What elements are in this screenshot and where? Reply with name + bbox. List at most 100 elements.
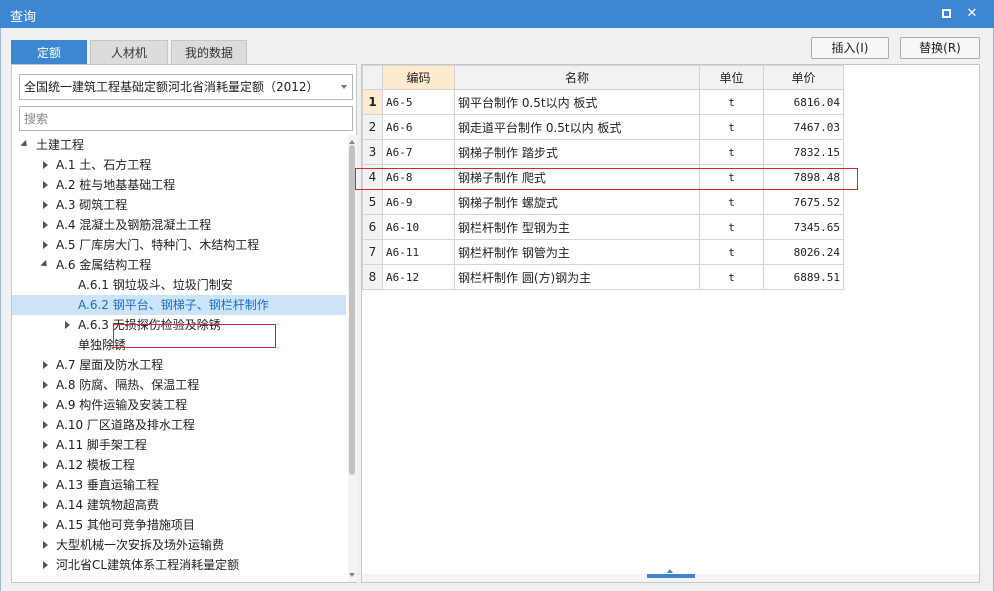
expand-triangle-right-icon[interactable] bbox=[40, 535, 52, 555]
triangle-icon bbox=[43, 201, 48, 209]
cell-code: A6-11 bbox=[382, 239, 455, 265]
tree-item[interactable]: A.14 建筑物超高费 bbox=[12, 495, 346, 515]
tree-item[interactable]: A.6.2 钢平台、钢梯子、钢栏杆制作 bbox=[12, 295, 346, 315]
tab-labor-material-machine[interactable]: 人材机 bbox=[90, 40, 168, 64]
tree-item-label: A.5 厂库房大门、特种门、木结构工程 bbox=[56, 238, 260, 252]
tree-item-label: A.10 厂区道路及排水工程 bbox=[56, 418, 195, 432]
tree-item[interactable]: 河北省CL建筑体系工程消耗量定额 bbox=[12, 555, 346, 575]
insert-button[interactable]: 插入(I) bbox=[811, 37, 889, 59]
tree-item-label: A.6.3 无损探伤检验及除锈 bbox=[78, 318, 221, 332]
cell-code: A6-6 bbox=[382, 114, 455, 140]
scrollbar-thumb[interactable] bbox=[349, 145, 355, 475]
tree-item[interactable]: A.6 金属结构工程 bbox=[12, 255, 346, 275]
close-icon: ✕ bbox=[966, 6, 978, 21]
expand-triangle-down-icon[interactable] bbox=[20, 135, 32, 155]
quota-tree-panel: 全国统一建筑工程基础定额河北省消耗量定额（2012） 土建工程 A.1 土、石方工… bbox=[11, 64, 357, 583]
tree-item[interactable]: A.11 脚手架工程 bbox=[12, 435, 346, 455]
expand-triangle-down-icon[interactable] bbox=[40, 255, 52, 275]
tab-quota[interactable]: 定额 bbox=[11, 40, 87, 64]
tree-item[interactable]: 大型机械一次安拆及场外运输费 bbox=[12, 535, 346, 555]
triangle-icon bbox=[20, 139, 30, 150]
maximize-icon bbox=[941, 9, 951, 18]
tree-item[interactable]: A.13 垂直运输工程 bbox=[12, 475, 346, 495]
library-select-value: 全国统一建筑工程基础定额河北省消耗量定额（2012） bbox=[24, 80, 319, 94]
tree-scrollbar[interactable] bbox=[348, 135, 357, 582]
header-unit[interactable]: 单位 bbox=[699, 65, 764, 90]
header-name[interactable]: 名称 bbox=[454, 65, 700, 90]
expand-triangle-right-icon[interactable] bbox=[40, 555, 52, 575]
tree-item[interactable]: A.6.3 无损探伤检验及除锈 bbox=[12, 315, 346, 335]
library-select[interactable]: 全国统一建筑工程基础定额河北省消耗量定额（2012） bbox=[19, 74, 353, 100]
tree-item-label: 大型机械一次安拆及场外运输费 bbox=[56, 538, 225, 552]
header-code[interactable]: 编码 bbox=[382, 65, 455, 90]
tree-item[interactable]: A.7 屋面及防水工程 bbox=[12, 355, 346, 375]
tree-item[interactable]: A.4 混凝土及钢筋混凝土工程 bbox=[12, 215, 346, 235]
expand-triangle-right-icon[interactable] bbox=[40, 175, 52, 195]
tree-item[interactable]: A.8 防腐、隔热、保温工程 bbox=[12, 375, 346, 395]
close-button[interactable]: ✕ bbox=[962, 4, 982, 24]
row-index: 1 bbox=[362, 89, 383, 115]
tree-item[interactable]: 单独除锈 bbox=[12, 335, 346, 355]
tree-item-label: A.6.1 钢垃圾斗、垃圾门制安 bbox=[78, 278, 233, 292]
tab-my-data[interactable]: 我的数据 bbox=[171, 40, 247, 64]
expand-triangle-right-icon[interactable] bbox=[40, 195, 52, 215]
tree-item[interactable]: 土建工程 bbox=[12, 135, 346, 155]
expand-triangle-right-icon[interactable] bbox=[40, 515, 52, 535]
cell-unit: t bbox=[699, 214, 764, 240]
triangle-icon bbox=[43, 541, 48, 549]
cell-code: A6-7 bbox=[382, 139, 455, 165]
maximize-button[interactable] bbox=[936, 4, 956, 24]
tree-item[interactable]: A.5 厂库房大门、特种门、木结构工程 bbox=[12, 235, 346, 255]
splitter-grip[interactable] bbox=[647, 574, 695, 578]
cell-name: 钢梯子制作 爬式 bbox=[454, 164, 700, 190]
table-row[interactable]: 7 A6-11 钢栏杆制作 钢管为主 t 8026.24 bbox=[362, 239, 844, 265]
chevron-up-icon[interactable] bbox=[667, 569, 673, 573]
expand-triangle-right-icon[interactable] bbox=[40, 355, 52, 375]
expand-triangle-right-icon[interactable] bbox=[40, 155, 52, 175]
tree-item-label: A.3 砌筑工程 bbox=[56, 198, 128, 212]
expand-triangle-right-icon[interactable] bbox=[40, 375, 52, 395]
table-horizontal-scrollbar[interactable] bbox=[362, 569, 979, 582]
expand-triangle-right-icon[interactable] bbox=[40, 495, 52, 515]
table-row[interactable]: 4 A6-8 钢梯子制作 爬式 t 7898.48 bbox=[362, 164, 844, 190]
table-row[interactable]: 1 A6-5 钢平台制作 0.5t以内 板式 t 6816.04 bbox=[362, 89, 844, 115]
tree-item[interactable]: A.3 砌筑工程 bbox=[12, 195, 346, 215]
table-row[interactable]: 3 A6-7 钢梯子制作 踏步式 t 7832.15 bbox=[362, 139, 844, 165]
tree-item[interactable]: A.1 土、石方工程 bbox=[12, 155, 346, 175]
cell-code: A6-12 bbox=[382, 264, 455, 290]
table-row[interactable]: 5 A6-9 钢梯子制作 螺旋式 t 7675.52 bbox=[362, 189, 844, 215]
expand-triangle-right-icon[interactable] bbox=[40, 235, 52, 255]
tree-item-label: A.2 桩与地基基础工程 bbox=[56, 178, 176, 192]
search-input[interactable] bbox=[19, 106, 353, 131]
triangle-icon bbox=[43, 161, 48, 169]
tree-item[interactable]: A.6.1 钢垃圾斗、垃圾门制安 bbox=[12, 275, 346, 295]
tree-item[interactable]: A.9 构件运输及安装工程 bbox=[12, 395, 346, 415]
tree-item[interactable]: A.15 其他可竞争措施项目 bbox=[12, 515, 346, 535]
tree-item[interactable]: A.2 桩与地基基础工程 bbox=[12, 175, 346, 195]
header-index bbox=[362, 65, 383, 90]
cell-unit: t bbox=[699, 114, 764, 140]
table-row[interactable]: 8 A6-12 钢栏杆制作 圆(方)钢为主 t 6889.51 bbox=[362, 264, 844, 290]
scroll-up-icon[interactable] bbox=[349, 140, 355, 144]
cell-name: 钢梯子制作 螺旋式 bbox=[454, 189, 700, 215]
tree-item[interactable]: A.10 厂区道路及排水工程 bbox=[12, 415, 346, 435]
tree-item-label: A.4 混凝土及钢筋混凝土工程 bbox=[56, 218, 212, 232]
row-index: 3 bbox=[362, 139, 383, 165]
table-row[interactable]: 2 A6-6 钢走道平台制作 0.5t以内 板式 t 7467.03 bbox=[362, 114, 844, 140]
expand-triangle-right-icon[interactable] bbox=[40, 435, 52, 455]
expand-triangle-right-icon[interactable] bbox=[40, 215, 52, 235]
replace-button[interactable]: 替换(R) bbox=[900, 37, 980, 59]
triangle-icon bbox=[43, 221, 48, 229]
expand-triangle-right-icon[interactable] bbox=[40, 475, 52, 495]
expand-triangle-right-icon[interactable] bbox=[40, 455, 52, 475]
expand-triangle-right-icon[interactable] bbox=[40, 415, 52, 435]
header-price[interactable]: 单价 bbox=[763, 65, 844, 90]
tree-item[interactable]: A.12 模板工程 bbox=[12, 455, 346, 475]
scroll-down-icon[interactable] bbox=[349, 573, 355, 577]
expand-triangle-right-icon[interactable] bbox=[62, 315, 74, 335]
cell-price: 7898.48 bbox=[763, 164, 844, 190]
table-row[interactable]: 6 A6-10 钢栏杆制作 型钢为主 t 7345.65 bbox=[362, 214, 844, 240]
chevron-down-icon bbox=[341, 85, 347, 89]
triangle-icon bbox=[43, 241, 48, 249]
expand-triangle-right-icon[interactable] bbox=[40, 395, 52, 415]
